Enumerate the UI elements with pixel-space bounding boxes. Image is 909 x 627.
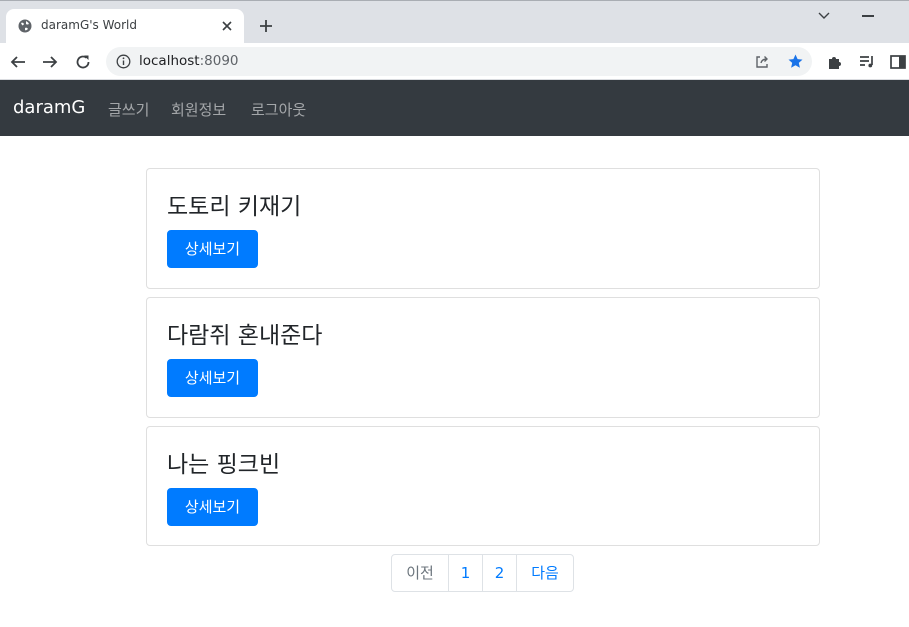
navbar-brand[interactable]: daramG bbox=[13, 97, 85, 118]
media-queue-icon[interactable] bbox=[858, 53, 876, 71]
extensions-puzzle-icon[interactable] bbox=[826, 53, 844, 71]
globe-icon bbox=[18, 19, 32, 33]
share-icon[interactable] bbox=[754, 54, 770, 70]
browser-toolbar: localhost:8090 bbox=[0, 43, 909, 80]
nav-link-write[interactable]: 글쓰기 bbox=[108, 99, 149, 120]
page-next[interactable]: 다음 bbox=[516, 554, 574, 592]
address-bar[interactable]: localhost:8090 bbox=[106, 47, 812, 76]
post-card: 다람쥐 혼내준다 상세보기 bbox=[146, 297, 820, 418]
post-title: 나는 핑크빈 bbox=[167, 452, 281, 478]
detail-view-button[interactable]: 상세보기 bbox=[167, 359, 258, 397]
browser-tabstrip: daramG's World bbox=[0, 0, 909, 44]
page-2[interactable]: 2 bbox=[482, 554, 517, 592]
forward-arrow-icon[interactable] bbox=[41, 53, 59, 71]
detail-view-button[interactable]: 상세보기 bbox=[167, 488, 258, 526]
detail-view-button[interactable]: 상세보기 bbox=[167, 230, 258, 268]
site-navbar: daramG 글쓰기 회원정보 로그아웃 bbox=[0, 80, 909, 136]
info-icon[interactable] bbox=[116, 54, 131, 69]
side-panel-icon[interactable] bbox=[889, 53, 907, 71]
post-card: 나는 핑크빈 상세보기 bbox=[146, 426, 820, 546]
tab-title: daramG's World bbox=[41, 18, 137, 32]
back-arrow-icon[interactable] bbox=[9, 53, 27, 71]
browser-tab[interactable]: daramG's World bbox=[6, 9, 244, 44]
post-card: 도토리 키재기 상세보기 bbox=[146, 168, 820, 289]
new-tab-icon[interactable] bbox=[258, 18, 274, 34]
minimize-icon[interactable] bbox=[862, 15, 874, 17]
pagination: 이전 1 2 다음 bbox=[391, 554, 574, 592]
nav-link-member-info[interactable]: 회원정보 bbox=[171, 99, 226, 120]
url-text: localhost:8090 bbox=[139, 53, 239, 69]
close-icon[interactable] bbox=[220, 19, 234, 33]
bookmark-star-icon[interactable] bbox=[787, 53, 804, 70]
chevron-down-icon[interactable] bbox=[817, 10, 831, 22]
page-1[interactable]: 1 bbox=[448, 554, 483, 592]
post-title: 다람쥐 혼내준다 bbox=[167, 323, 323, 349]
post-title: 도토리 키재기 bbox=[167, 194, 302, 220]
reload-icon[interactable] bbox=[74, 53, 92, 71]
nav-link-logout[interactable]: 로그아웃 bbox=[251, 99, 306, 120]
page-prev[interactable]: 이전 bbox=[391, 554, 449, 592]
